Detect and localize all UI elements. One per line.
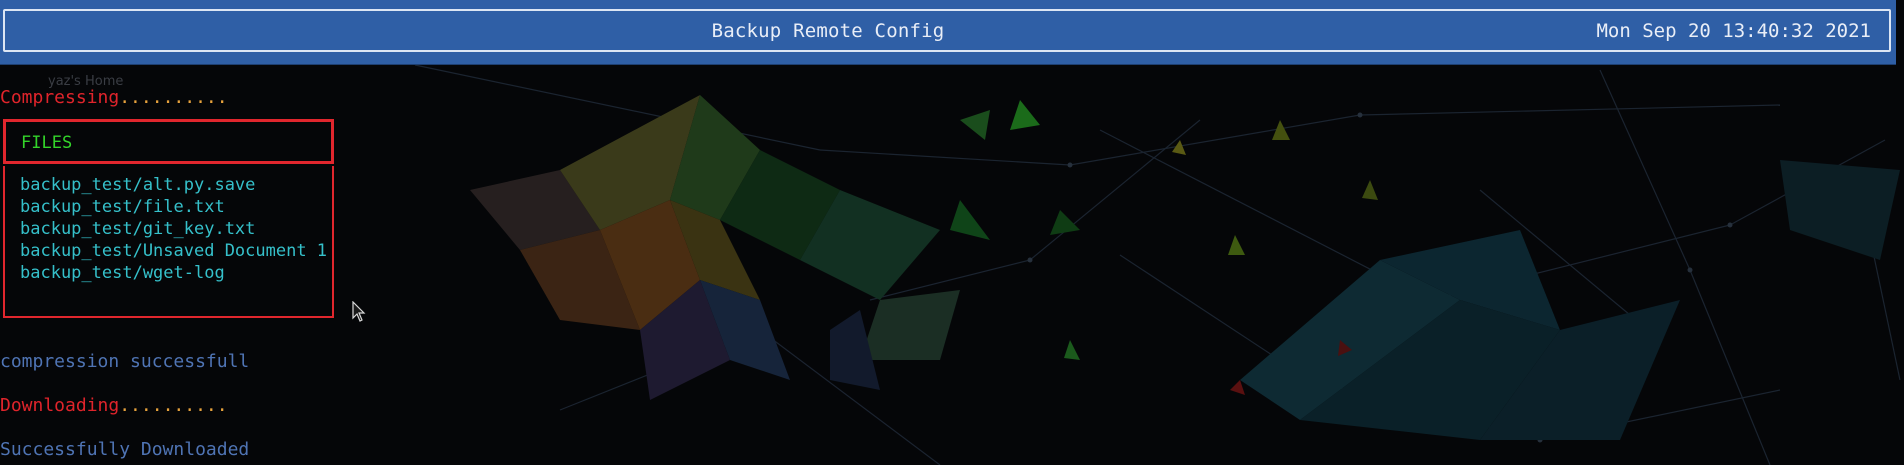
window-title: Backup Remote Config <box>711 20 945 42</box>
file-item: backup_test/file.txt <box>20 197 225 217</box>
downloading-line: Downloading.......... <box>0 395 228 417</box>
file-item: backup_test/git_key.txt <box>20 219 256 239</box>
file-item: backup_test/alt.py.save <box>20 175 256 195</box>
compression-result: compression successfull <box>0 351 250 372</box>
download-result: Successfully Downloaded <box>0 439 250 460</box>
downloading-word: Downloading <box>0 395 120 416</box>
files-list: backup_test/alt.py.save backup_test/file… <box>20 174 327 284</box>
files-header-box: FILES <box>3 119 334 164</box>
compressing-word: Compressing <box>0 87 120 108</box>
files-list-box: backup_test/alt.py.save backup_test/file… <box>3 166 334 318</box>
mouse-pointer-icon <box>352 301 366 322</box>
file-item: backup_test/Unsaved Document 1 <box>20 241 328 261</box>
file-item: backup_test/wget-log <box>20 263 225 283</box>
compressing-dots: .......... <box>119 87 228 108</box>
clock: Mon Sep 20 13:40:32 2021 <box>1596 20 1871 42</box>
title-bar: Backup Remote Config Mon Sep 20 13:40:32… <box>0 0 1896 65</box>
compressing-line: Compressing.......... <box>0 87 228 109</box>
files-header: FILES <box>21 133 73 153</box>
downloading-dots: .......... <box>119 395 228 416</box>
